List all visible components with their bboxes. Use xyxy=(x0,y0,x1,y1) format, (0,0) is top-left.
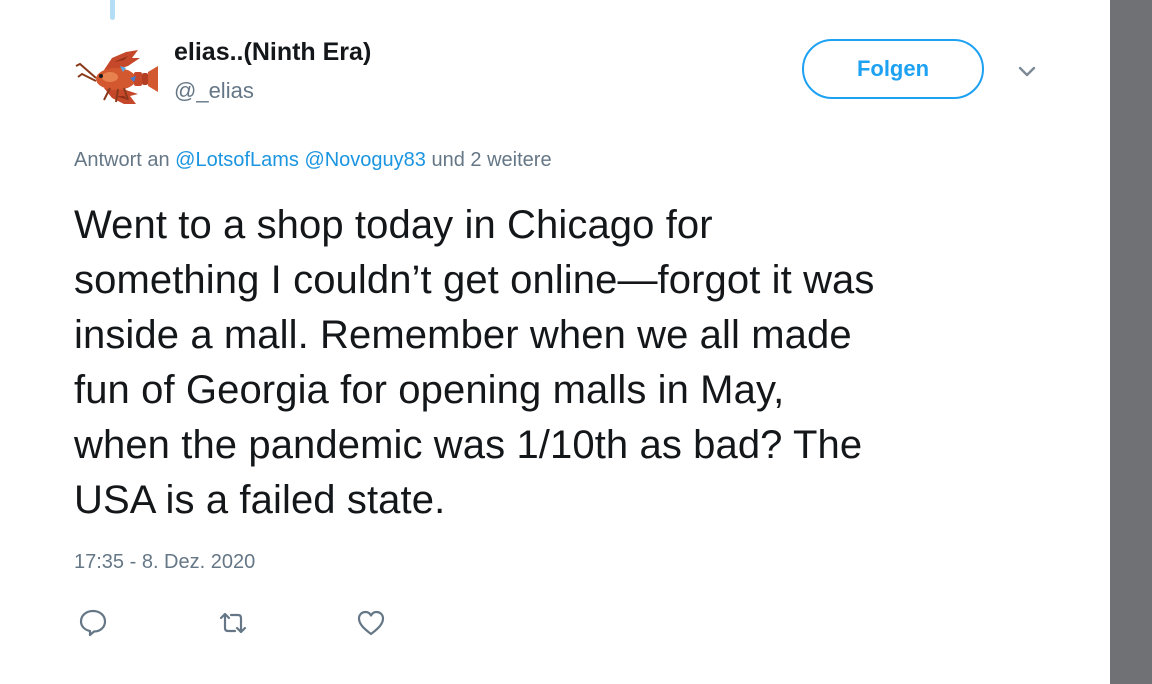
mention-link-lotsoflams[interactable]: @LotsofLams xyxy=(175,149,299,171)
chevron-down-icon[interactable] xyxy=(1012,60,1042,84)
retweet-icon[interactable] xyxy=(216,606,250,640)
author-handle[interactable]: @_elias xyxy=(174,78,254,104)
heart-icon[interactable] xyxy=(354,606,388,640)
tweet-timestamp[interactable]: 17:35 - 8. Dez. 2020 xyxy=(74,551,255,574)
tweet-text-line: USA is a failed state. xyxy=(74,478,446,522)
tweet-text: Went to a shop today in Chicago for some… xyxy=(74,198,1084,528)
tweet-text-line: Went to a shop today in Chicago for xyxy=(74,203,713,247)
reply-suffix[interactable]: und 2 weitere xyxy=(431,149,551,171)
tweet-card: elias..(Ninth Era) @_elias Folgen Antwor… xyxy=(0,0,1110,684)
follow-button[interactable]: Folgen xyxy=(802,39,984,99)
thread-connector xyxy=(110,0,115,20)
tweet-text-line: fun of Georgia for opening malls in May, xyxy=(74,368,785,412)
lobster-avatar-icon[interactable] xyxy=(74,44,160,110)
reply-prefix: Antwort an xyxy=(74,149,170,171)
author-display-name[interactable]: elias..(Ninth Era) xyxy=(174,38,371,67)
tweet-text-line: something I couldn’t get online—forgot i… xyxy=(74,258,875,302)
reply-icon[interactable] xyxy=(76,606,110,640)
tweet-text-line: when the pandemic was 1/10th as bad? The xyxy=(74,423,863,467)
reply-context: Antwort an @LotsofLams @Novoguy83 und 2 … xyxy=(74,149,552,172)
mention-link-novoguy83[interactable]: @Novoguy83 xyxy=(304,149,425,171)
tweet-text-line: inside a mall. Remember when we all made xyxy=(74,313,852,357)
